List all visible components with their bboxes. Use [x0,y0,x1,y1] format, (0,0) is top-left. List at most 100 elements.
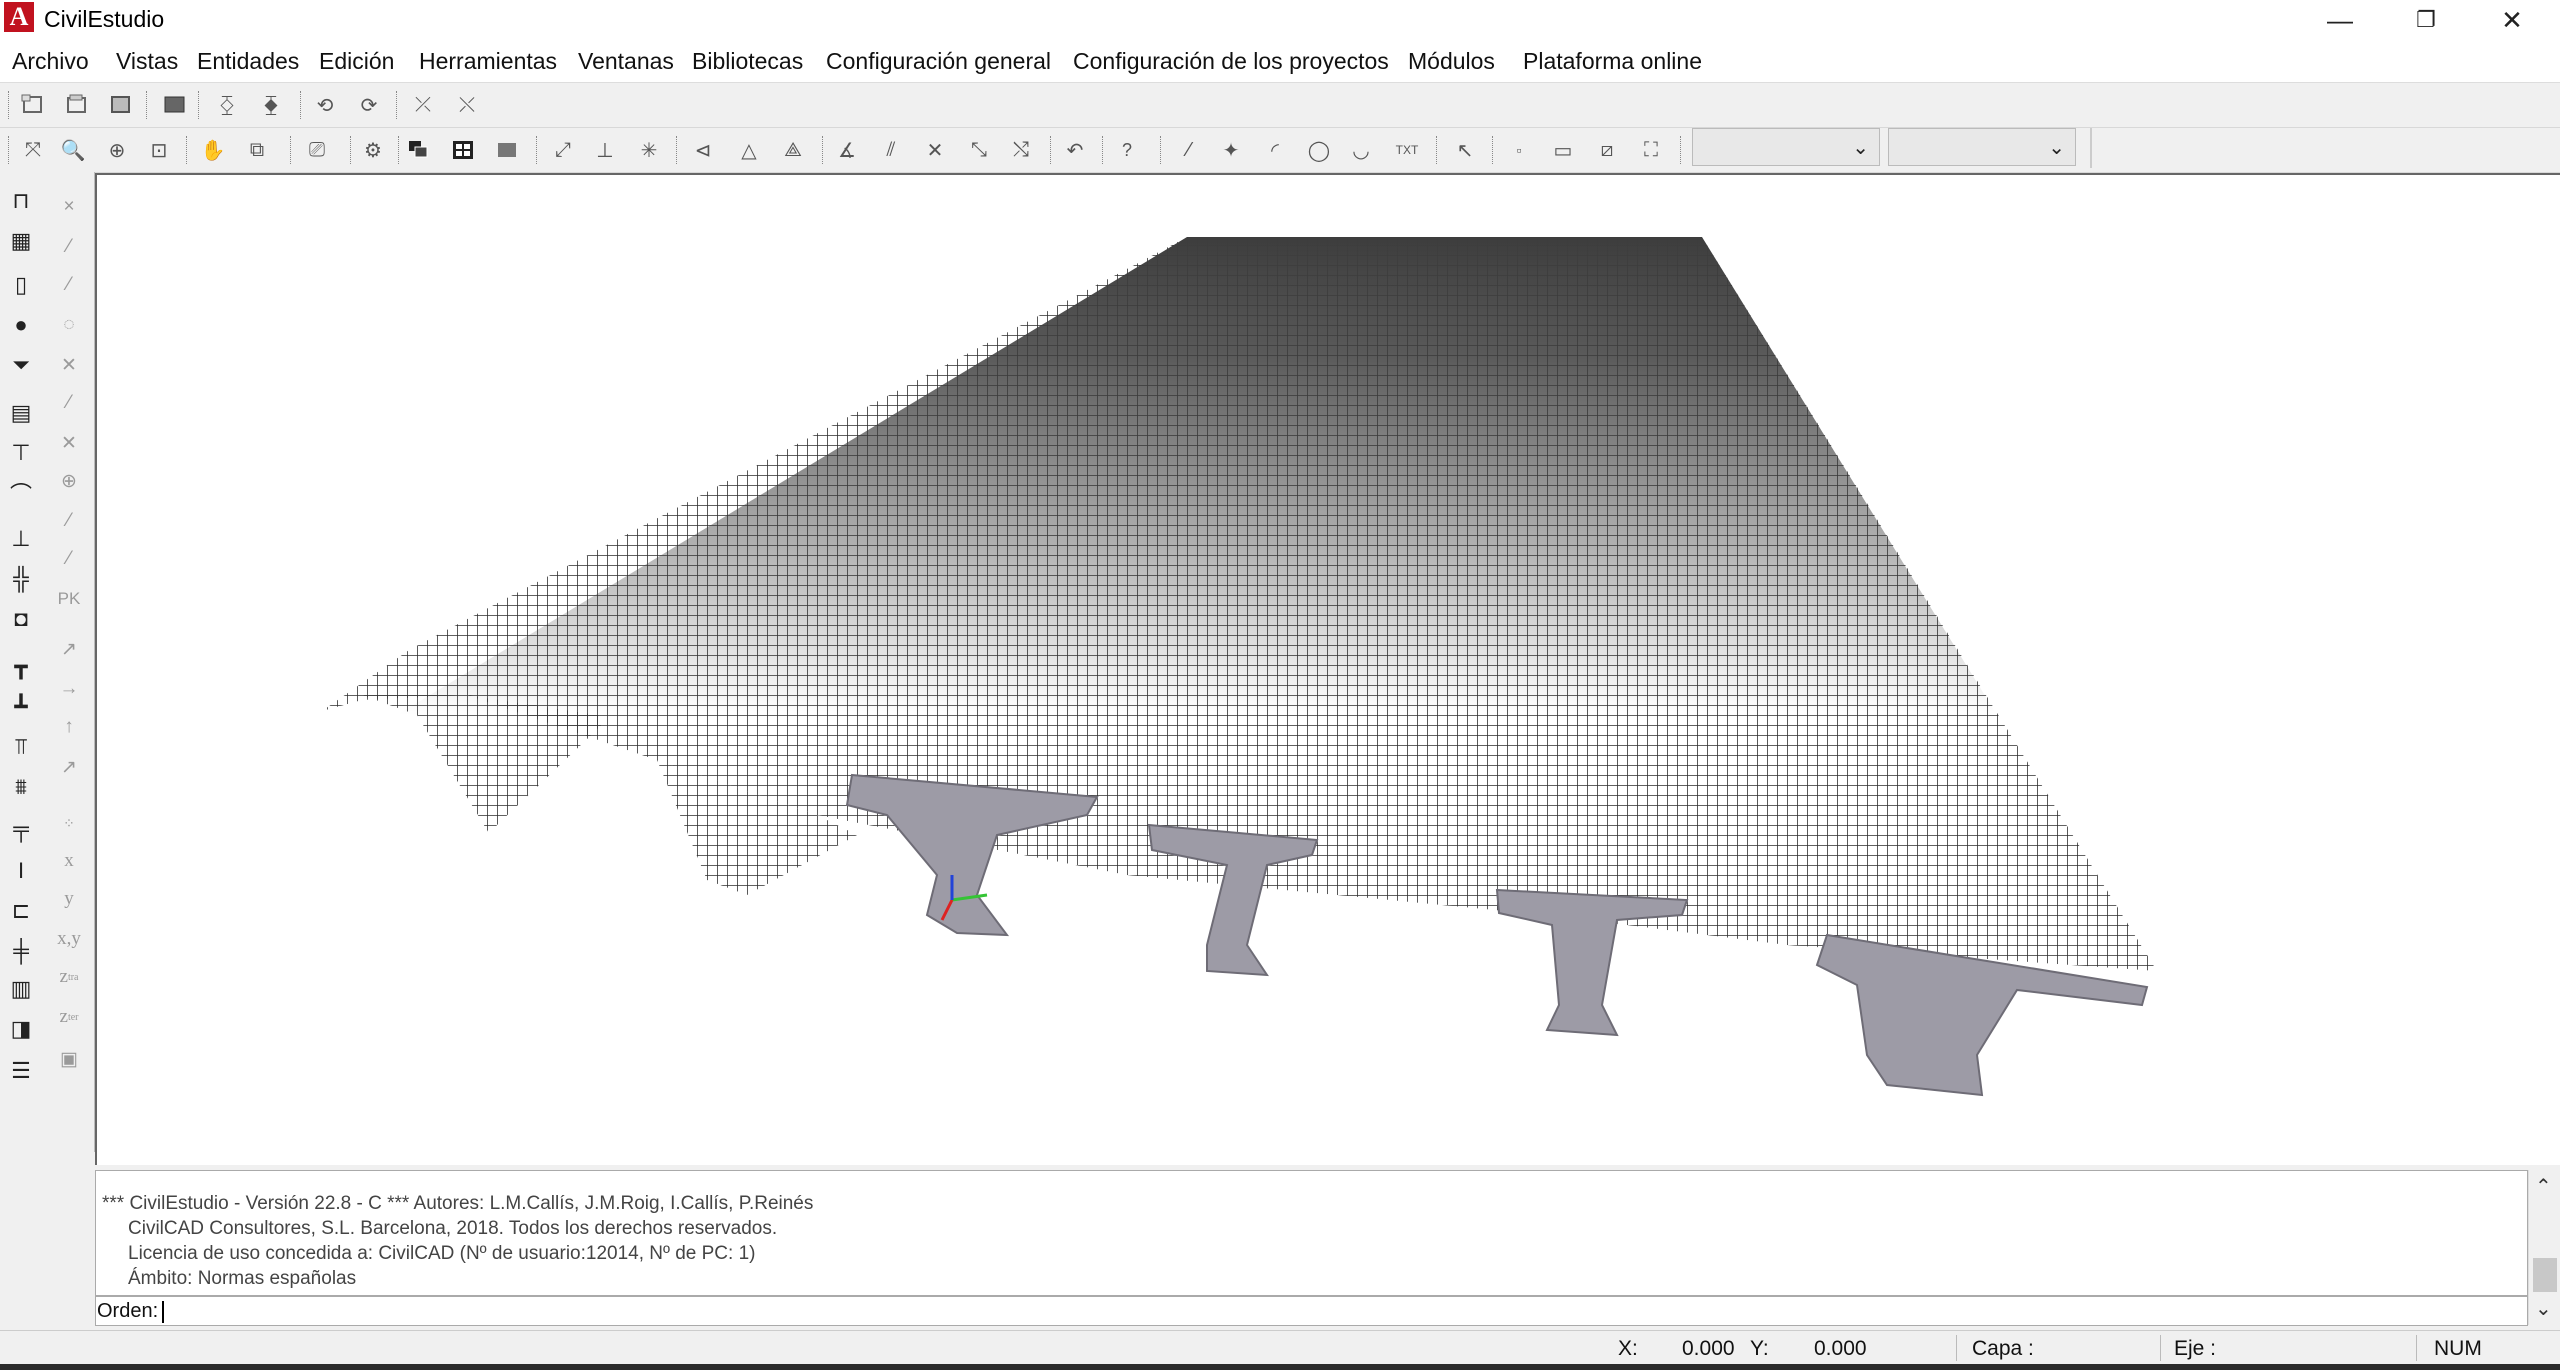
direction-tool[interactable]: ↗ [52,632,86,666]
circle-button[interactable]: ◯ [1304,136,1334,164]
x-coord-tool[interactable]: x [52,844,86,878]
snap-midpoint-tool[interactable]: ⁄ [52,268,86,302]
layers-button[interactable] [404,136,434,164]
y-coord-tool[interactable]: y [52,882,86,916]
query-button[interactable]: ? [1112,136,1142,164]
select-button[interactable]: ↖ [1450,136,1480,164]
pile-tool[interactable]: ┳ [4,650,38,684]
save-all-button[interactable] [160,91,190,119]
properties-button[interactable]: ⚙ [358,136,388,164]
zoom-out-button[interactable]: 🔍 [58,136,88,164]
menu-vistas[interactable]: Vistas [116,48,178,75]
new-button[interactable] [18,91,48,119]
list-tool[interactable]: ☰ [4,1054,38,1088]
menu-entidades[interactable]: Entidades [197,48,299,75]
snap-center-tool[interactable]: ◌ [52,308,86,342]
snap-cross-tool[interactable]: ✕ [52,426,86,460]
menu-bibliotecas[interactable]: Bibliotecas [692,48,803,75]
minimize-button[interactable]: — [2300,0,2380,40]
rotate-left-button[interactable]: ⟲ [310,91,340,119]
bridge-tool[interactable]: ⌒ [4,476,38,510]
globe-tool[interactable]: ● [4,308,38,342]
z-tra-tool[interactable]: z tra [52,960,86,994]
move-button[interactable]: ⧰ [212,91,242,119]
rotate-right-button[interactable]: ⟳ [354,91,384,119]
command-scrollbar[interactable]: ⌃ ⌄ [2528,1170,2560,1325]
extend-button[interactable]: ⤡ [964,136,994,164]
terrain-tool[interactable]: ▦ [4,224,38,258]
style-combo[interactable]: ⌄ [1888,128,2076,166]
sheet-tool[interactable]: ◨ [4,1012,38,1046]
snap-tangent-tool[interactable]: ⁄ [52,504,86,538]
image-tool[interactable]: ▣ [52,1042,86,1076]
menu-archivo[interactable]: Archivo [12,48,89,75]
column-tool[interactable]: ⫪ [4,730,38,764]
symmetry-button[interactable]: ⟁ [778,136,808,164]
fill-button[interactable] [492,136,522,164]
zoom-in-button[interactable]: ⊕ [102,136,132,164]
document-tool[interactable]: ▯ [4,268,38,302]
snap-node-tool[interactable]: ⊕ [52,464,86,498]
frame-tool[interactable]: ╤ [4,812,38,846]
panel-tool[interactable]: ▤ [4,396,38,430]
hatch-button[interactable]: ⧄ [1592,136,1622,164]
pk-tool[interactable]: PK [52,582,86,616]
intersection-tool[interactable]: ╪ [4,934,38,968]
explode-button[interactable]: ✳ [634,136,664,164]
abutment-tool[interactable]: ╬ [4,562,38,596]
cancel-snap-tool[interactable]: × [52,190,86,224]
menu-configuracion-proyectos[interactable]: Configuración de los proyectos [1073,48,1389,75]
girder-tool[interactable]: I [4,854,38,888]
deck-tool[interactable]: ⩩ [4,770,38,804]
text-button[interactable]: TXT [1392,136,1422,164]
menu-modulos[interactable]: Módulos [1408,48,1495,75]
undo-button[interactable]: ↶ [1060,136,1090,164]
layer-combo[interactable]: ⌄ [1692,128,1880,166]
horizontal-tool[interactable]: → [52,672,86,706]
fullscreen-button[interactable]: ⛶ [1636,136,1666,164]
fillet-button[interactable]: ⤭ [1006,136,1036,164]
arc-button[interactable]: ◜ [1260,136,1290,164]
z-ter-tool[interactable]: z ter [52,1000,86,1034]
copy-button[interactable]: ⧱ [256,91,286,119]
menu-edicion[interactable]: Edición [319,48,394,75]
command-prompt[interactable]: Orden: [95,1296,2528,1326]
link-button[interactable]: ⤫ [408,91,438,119]
restore-button[interactable]: ❐ [2386,0,2466,40]
unlink-button[interactable]: ⤬ [452,91,482,119]
triangle-button[interactable]: △ [734,136,764,164]
trim-button[interactable]: ✕ [920,136,950,164]
xy-coord-tool[interactable]: x,y [52,922,86,956]
beam-tool[interactable]: ⊤ [4,436,38,470]
scroll-down-icon[interactable]: ⌄ [2535,1296,2552,1321]
coords-tool[interactable]: ⁘ [52,806,86,840]
blocks-button[interactable] [448,136,478,164]
zoom-previous-button[interactable]: ⧉ [242,136,272,164]
perpendicular-button[interactable]: ⊥ [590,136,620,164]
curve-button[interactable]: ◡ [1346,136,1376,164]
small-box-button[interactable]: ▫ [1504,136,1534,164]
report-tool[interactable]: ▥ [4,972,38,1006]
angle-button[interactable]: ∡ [832,136,862,164]
step-tool[interactable]: ↗ [52,750,86,784]
snap-nearest-tool[interactable]: ⁄ [52,542,86,576]
alignment-tool[interactable]: ⊓ [4,184,38,218]
point-button[interactable]: ✦ [1216,136,1246,164]
close-button[interactable]: ✕ [2472,0,2552,40]
vertical-tool[interactable]: ↑ [52,710,86,744]
mirror-button[interactable]: ⊲ [688,136,718,164]
scroll-thumb[interactable] [2533,1258,2557,1292]
culvert-tool[interactable]: ◘ [4,602,38,636]
line-button[interactable]: ⁄ [1174,136,1204,164]
distance-button[interactable]: ⤢ [548,136,578,164]
wall-tool[interactable]: ⊏ [4,894,38,928]
rectangle-button[interactable]: ▭ [1548,136,1578,164]
pan-button[interactable]: ✋ [198,136,228,164]
zoom-window-button[interactable]: ⊡ [144,136,174,164]
open-button[interactable] [62,91,92,119]
snap-endpoint-tool[interactable]: ⁄ [52,230,86,264]
footing-tool[interactable]: ┻ [4,690,38,724]
redraw-button[interactable]: ⎚ [302,136,332,164]
snap-perpendicular-tool[interactable]: ⁄ [52,386,86,420]
menu-herramientas[interactable]: Herramientas [419,48,557,75]
